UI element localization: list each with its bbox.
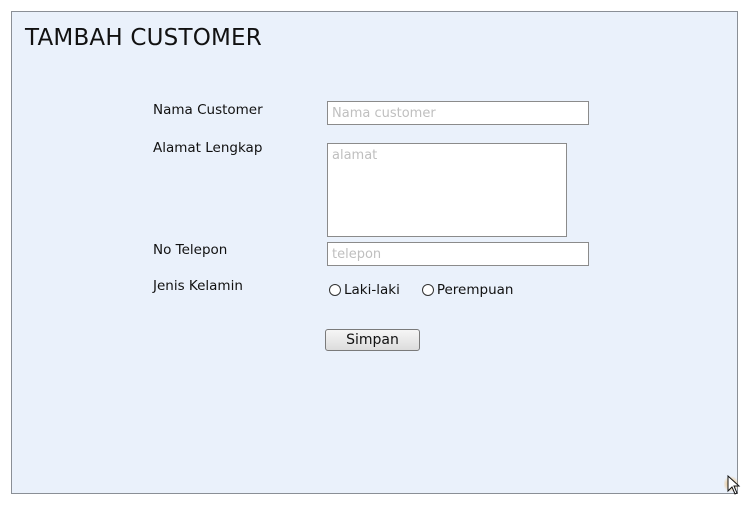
simpan-button[interactable]: Simpan (325, 329, 420, 351)
radio-laki-laki[interactable]: Laki-laki (329, 282, 400, 298)
jenis-kelamin-label: Jenis Kelamin (153, 278, 243, 294)
alamat-textarea[interactable] (327, 143, 567, 237)
mouse-pointer-icon (724, 474, 741, 495)
nama-customer-input[interactable] (327, 101, 589, 125)
nama-customer-label: Nama Customer (153, 102, 263, 118)
no-telepon-label: No Telepon (153, 242, 228, 258)
telepon-input[interactable] (327, 242, 589, 266)
page-title: TAMBAH CUSTOMER (25, 25, 262, 51)
form-panel: TAMBAH CUSTOMER Nama Customer Alamat Len… (11, 11, 738, 494)
radio-perempuan-label: Perempuan (436, 282, 514, 298)
radio-laki-laki-label: Laki-laki (344, 282, 400, 298)
alamat-label: Alamat Lengkap (153, 140, 263, 156)
gender-radio-group: Laki-laki Perempuan (329, 282, 513, 298)
radio-circle-icon[interactable] (329, 284, 341, 296)
radio-perempuan[interactable]: Perempuan (421, 282, 514, 298)
radio-circle-icon[interactable] (421, 284, 434, 296)
